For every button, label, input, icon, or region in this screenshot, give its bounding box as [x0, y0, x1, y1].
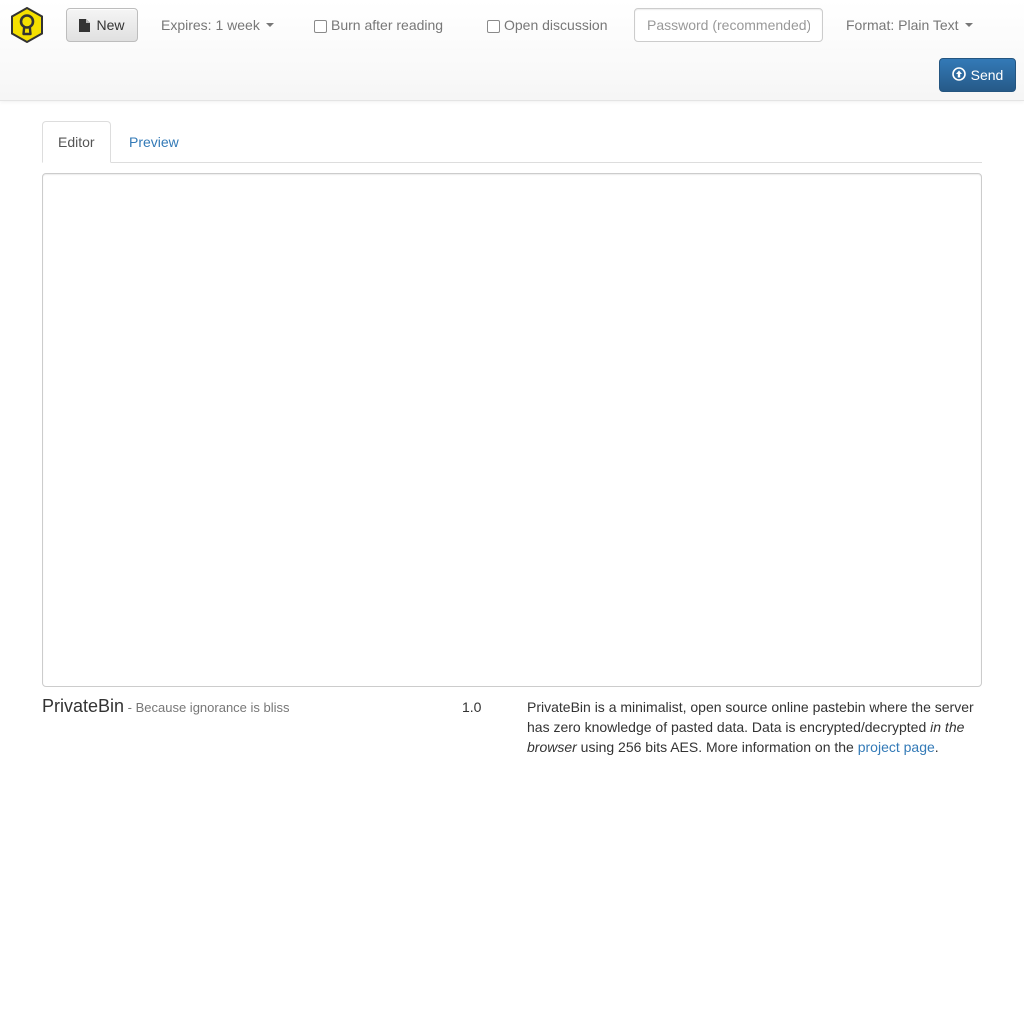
- brand-name: PrivateBin: [42, 696, 125, 716]
- format-dropdown[interactable]: Format: Plain Text: [846, 0, 973, 50]
- project-page-link[interactable]: project page: [858, 739, 935, 755]
- expires-dropdown[interactable]: Expires: 1 week: [161, 0, 274, 50]
- send-button-label: Send: [970, 67, 1004, 83]
- navbar: New Expires: 1 week Burn after reading O…: [0, 0, 1024, 101]
- burn-after-reading-option[interactable]: Burn after reading: [314, 0, 443, 50]
- about-text-part1: PrivateBin is a minimalist, open source …: [527, 699, 974, 735]
- caret-down-icon: [964, 23, 973, 27]
- about-text-end: .: [934, 739, 939, 755]
- brand-tagline: - Because ignorance is bliss: [124, 700, 290, 715]
- about-text-part2: using 256 bits AES. More information on …: [576, 739, 858, 755]
- open-discussion-checkbox[interactable]: [487, 20, 500, 33]
- paste-textarea[interactable]: [42, 173, 982, 687]
- new-button[interactable]: New: [66, 8, 138, 42]
- send-button[interactable]: Send: [939, 58, 1016, 92]
- tab-editor[interactable]: Editor: [42, 121, 111, 163]
- footer-brand: PrivateBin - Because ignorance is bliss: [42, 696, 290, 717]
- burn-after-reading-checkbox[interactable]: [314, 20, 327, 33]
- password-input[interactable]: [634, 8, 823, 42]
- tab-preview-label: Preview: [129, 134, 179, 150]
- caret-down-icon: [265, 23, 274, 27]
- new-button-label: New: [96, 17, 125, 33]
- expires-label: Expires: 1 week: [161, 17, 260, 33]
- document-icon: [79, 18, 91, 32]
- tab-preview[interactable]: Preview: [114, 121, 194, 163]
- open-discussion-option[interactable]: Open discussion: [487, 0, 608, 50]
- format-label: Format: Plain Text: [846, 17, 959, 33]
- privatebin-logo-icon[interactable]: [9, 6, 45, 44]
- open-discussion-label: Open discussion: [504, 17, 608, 33]
- about-text: PrivateBin is a minimalist, open source …: [527, 697, 987, 757]
- editor-tabs: Editor Preview: [42, 121, 982, 163]
- version-label: 1.0: [462, 699, 482, 715]
- burn-after-reading-label: Burn after reading: [331, 17, 444, 33]
- upload-circle-icon: [951, 66, 966, 84]
- tab-editor-label: Editor: [58, 134, 95, 150]
